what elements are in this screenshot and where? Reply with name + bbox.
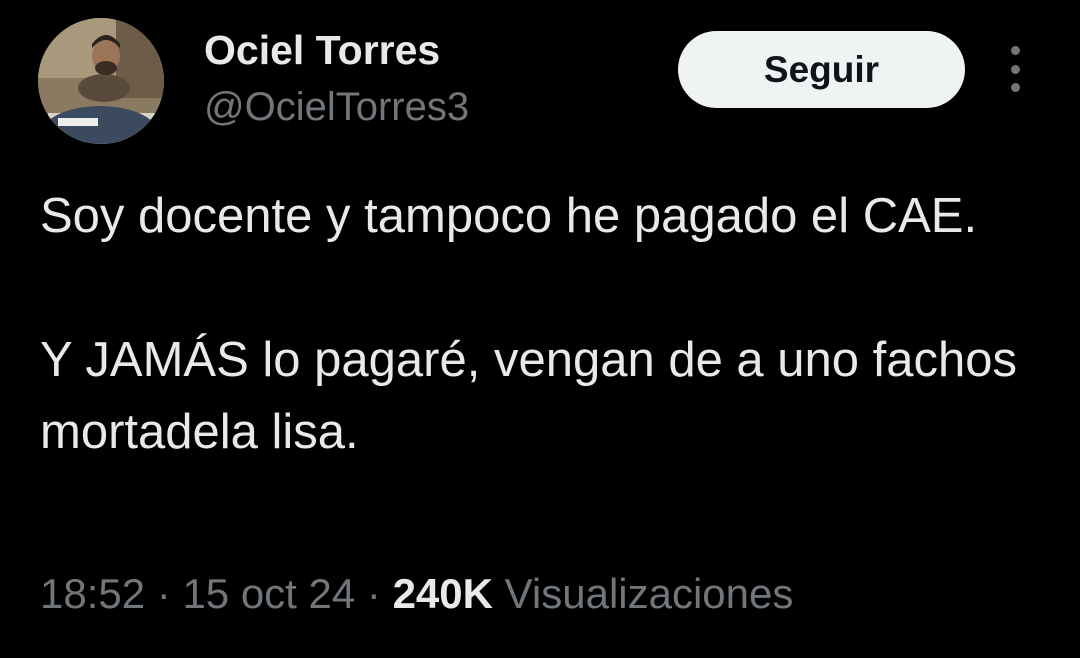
more-vertical-icon <box>1010 46 1020 55</box>
meta-separator: · <box>355 570 393 617</box>
tweet-time[interactable]: 18:52 <box>40 570 145 617</box>
tweet-paragraph: Soy docente y tampoco he pagado el CAE. <box>40 189 978 243</box>
tweet-date[interactable]: 15 oct 24 <box>182 570 355 617</box>
tweet-text: Soy docente y tampoco he pagado el CAE. … <box>40 180 1050 468</box>
more-vertical-icon-dot <box>1010 64 1020 74</box>
author-handle[interactable]: @OcielTorres3 <box>204 84 469 130</box>
views-count[interactable]: 240K <box>393 570 493 617</box>
avatar-photo <box>38 18 164 144</box>
tweet-paragraph: Y JAMÁS lo pagaré, vengan de a uno facho… <box>40 333 1018 459</box>
follow-button[interactable]: Seguir <box>678 31 965 108</box>
views-label: Visualizaciones <box>492 570 794 617</box>
more-options-button[interactable] <box>1000 46 1030 92</box>
meta-separator: · <box>145 570 183 617</box>
tweet-card: Ociel Torres @OcielTorres3 Seguir Soy do… <box>0 0 1080 658</box>
tweet-meta: 18:52 · 15 oct 24 · 240K Visualizaciones <box>40 568 793 620</box>
avatar[interactable] <box>38 18 164 144</box>
author-display-name[interactable]: Ociel Torres <box>204 26 440 74</box>
more-vertical-icon-dot <box>1010 83 1020 92</box>
